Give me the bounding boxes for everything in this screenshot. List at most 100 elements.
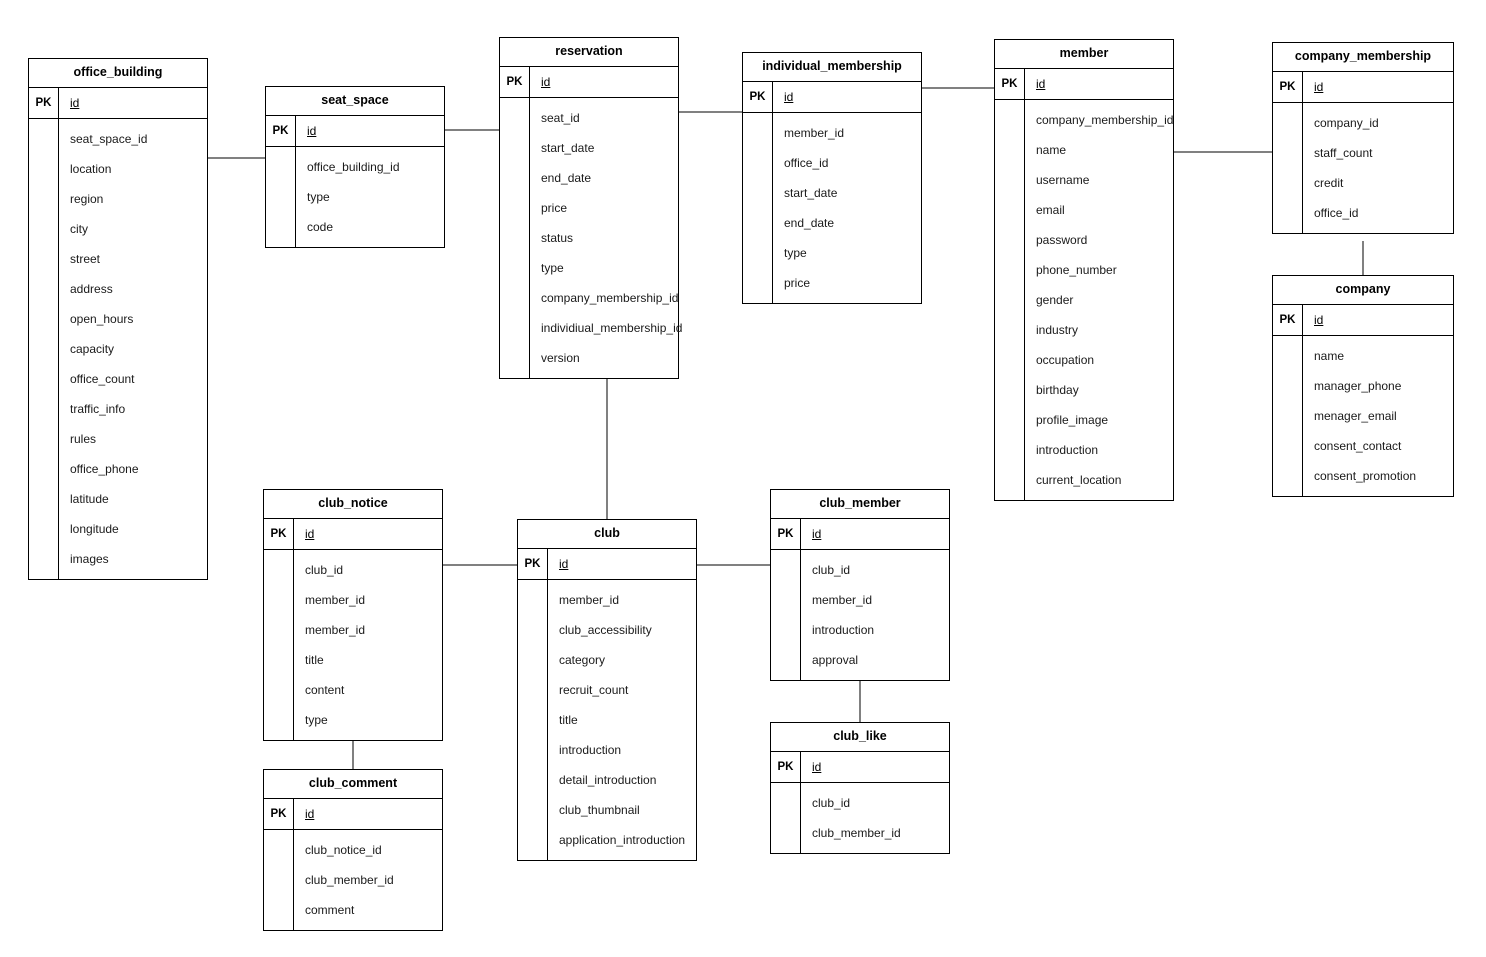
attribute-name: menager_email (1314, 408, 1397, 423)
attribute-name: name (1314, 348, 1345, 363)
attribute-name: club_member_id (305, 872, 394, 887)
attribute-name: comment (305, 902, 355, 917)
attribute-name: member_id (305, 622, 366, 637)
pk-badge: PK (1273, 71, 1303, 102)
attribute-name: region (70, 191, 104, 206)
attribute-row: open_hours (59, 304, 207, 334)
attribute-row: profile_image (1025, 405, 1181, 435)
attribute-row: phone_number (1025, 255, 1181, 285)
attribute-name: password (1036, 232, 1088, 247)
attribute-row: latitude (59, 484, 207, 514)
attribute-name: club_accessibility (559, 622, 652, 637)
attribute-name: introduction (812, 622, 875, 637)
attribute-list: company_id staff_count credit office_id (1303, 103, 1453, 233)
attribute-name: introduction (559, 742, 622, 757)
attribute-name: start_date (541, 140, 595, 155)
entity-body: PK id club_notice_id club_member_id comment (264, 798, 442, 930)
attribute-name: company_membership_id (541, 290, 679, 305)
attribute-name: approval (812, 652, 859, 667)
entity-reservation[interactable]: reservation PK id seat_id start_date end_date… (499, 37, 682, 379)
attribute-name: title (305, 652, 324, 667)
attribute-row: club_notice_id (294, 835, 442, 865)
entity-title: company_membership (1273, 43, 1453, 72)
list-spacer-bottom (294, 735, 442, 740)
entity-company[interactable]: company PK id name manager_phone menager_emai… (1272, 275, 1454, 497)
attribute-name: office_id (1314, 205, 1359, 220)
entity-body: PK id company_membership_id name username ema… (995, 68, 1173, 500)
attribute-row: member_id (773, 118, 921, 148)
attribute-name: consent_promotion (1314, 468, 1417, 483)
primary-key-row: PK id (500, 66, 678, 98)
entity-member[interactable]: member PK id company_membership_id name usern… (994, 39, 1174, 501)
attribute-row: start_date (773, 178, 921, 208)
entity-seat_space[interactable]: seat_space PK id office_building_id type code (265, 86, 445, 248)
pk-badge: PK (29, 87, 59, 118)
attribute-name: street (70, 251, 101, 266)
attribute-row: office_id (773, 148, 921, 178)
entity-title: reservation (500, 38, 678, 67)
primary-key-row: PK id (29, 87, 207, 119)
pk-attribute: id (812, 526, 822, 541)
attribute-row: detail_introduction (548, 765, 696, 795)
entity-club_notice[interactable]: club_notice PK id club_id member_id member_id… (263, 489, 443, 741)
key-column-spacer (264, 829, 294, 930)
attribute-row: gender (1025, 285, 1181, 315)
entity-office_building[interactable]: office_building PK id seat_space_id location… (28, 58, 208, 580)
key-column-spacer (995, 99, 1025, 500)
attribute-row: region (59, 184, 207, 214)
entity-individual_membership[interactable]: individual_membership PK id member_id office… (742, 52, 922, 304)
attribute-name: application_introduction (559, 832, 686, 847)
attribute-row: application_introduction (548, 825, 696, 855)
attribute-list: club_notice_id club_member_idcomment (294, 830, 442, 930)
attribute-name: seat_id (541, 110, 580, 125)
attribute-row: introduction (548, 735, 696, 765)
attribute-row: club_thumbnail (548, 795, 696, 825)
attribute-name: individiual_membership_id (541, 320, 683, 335)
attribute-list: member_id club_accessibility category recru… (548, 580, 696, 860)
primary-key-row: PK id (1273, 304, 1453, 336)
primary-key-row: PK id (266, 115, 444, 147)
attribute-name: club_id (305, 562, 344, 577)
entity-club[interactable]: club PK id member_id club_accessibility categ… (517, 519, 697, 861)
primary-key-row: PK id (995, 68, 1173, 100)
list-spacer-bottom (1025, 495, 1181, 500)
entity-club_member[interactable]: club_member PK id club_id member_id introduct… (770, 489, 950, 681)
entity-title: club_member (771, 490, 949, 519)
attribute-section: member_id office_id start_date end_date type… (743, 112, 921, 303)
attribute-name: club_notice_id (305, 842, 382, 857)
attribute-section: club_id club_member_id (771, 782, 949, 853)
attribute-section: club_notice_id club_member_idcomment (264, 829, 442, 930)
attribute-name: username (1036, 172, 1090, 187)
attribute-list: office_building_id type code (296, 147, 444, 247)
attribute-row: username (1025, 165, 1181, 195)
entity-body: PK id club_id club_member_id (771, 751, 949, 853)
entity-club_comment[interactable]: club_comment PK id club_notice_id club_membe… (263, 769, 443, 931)
attribute-row: club_member_id (801, 818, 949, 848)
attribute-section: club_id member_id member_id title content typ… (264, 549, 442, 740)
attribute-name: occupation (1036, 352, 1095, 367)
er-diagram-canvas: office_building PK id seat_space_id location… (0, 0, 1486, 957)
attribute-name: seat_space_id (70, 131, 148, 146)
entity-club_like[interactable]: club_like PK id club_id club_member_id (770, 722, 950, 854)
attribute-row: consent_contact (1303, 431, 1453, 461)
attribute-row: end_date (773, 208, 921, 238)
key-column-spacer (771, 782, 801, 853)
pk-attribute: id (559, 556, 569, 571)
entity-company_membership[interactable]: company_membership PK id company_id staff_co… (1272, 42, 1454, 234)
attribute-row: member_id (548, 585, 696, 615)
attribute-name: status (541, 230, 574, 245)
pk-attribute: id (305, 526, 315, 541)
attribute-name: club_id (812, 795, 851, 810)
pk-badge: PK (1273, 304, 1303, 335)
list-spacer-bottom (801, 848, 949, 853)
primary-key-row: PK id (771, 518, 949, 550)
attribute-section: name manager_phone menager_email consent_co… (1273, 335, 1453, 496)
attribute-name: club_id (812, 562, 851, 577)
attribute-name: member_id (812, 592, 873, 607)
entity-title: individual_membership (743, 53, 921, 82)
attribute-row: occupation (1025, 345, 1181, 375)
attribute-row: traffic_info (59, 394, 207, 424)
attribute-name: club_member_id (812, 825, 901, 840)
attribute-row: club_id (801, 788, 949, 818)
attribute-row: member_id (801, 585, 949, 615)
